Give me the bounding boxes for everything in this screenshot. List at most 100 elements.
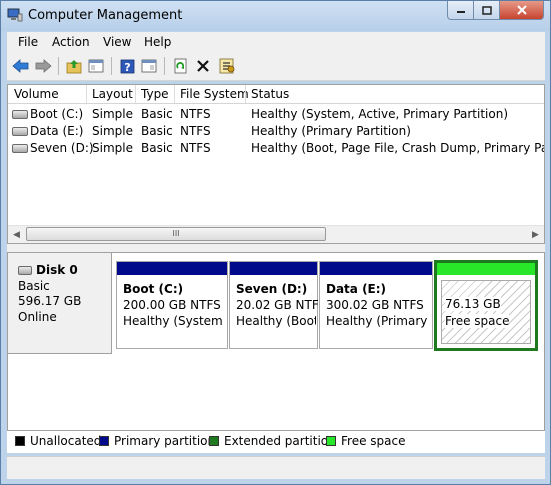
legend-free: Free space <box>341 434 406 448</box>
free-space-bar <box>437 263 535 275</box>
volume-type: Basic <box>141 141 173 155</box>
partition-size: 20.02 GB NTFS <box>236 298 327 312</box>
primary-partition-bar <box>117 262 227 275</box>
partition-size: 300.02 GB NTFS <box>326 298 424 312</box>
volume-list: Volume Layout Type File System Status Bo… <box>7 84 545 244</box>
menu-file[interactable]: File <box>18 35 38 49</box>
legend: Unallocated Primary partition Extended p… <box>7 430 545 453</box>
free-space-size: 76.13 GB <box>445 297 501 311</box>
disk-size: 596.17 GB <box>18 294 82 308</box>
volume-status: Healthy (Primary Partition) <box>251 124 411 138</box>
disk-map: Disk 0 Basic 596.17 GB Online Boot (C:) … <box>7 252 545 452</box>
scroll-right-arrow-icon[interactable]: ▶ <box>527 226 544 243</box>
volume-file-system: NTFS <box>180 107 211 121</box>
up-folder-button[interactable] <box>65 57 83 75</box>
svg-text:?: ? <box>124 61 130 74</box>
partition-seven-d[interactable]: Seven (D:) 20.02 GB NTFS Healthy (Boot, <box>229 261 326 349</box>
column-header-file-system[interactable]: File System <box>180 87 249 103</box>
partition-name: Boot (C:) <box>123 282 184 296</box>
partition-name: Data (E:) <box>326 282 387 296</box>
refresh-button[interactable] <box>171 57 189 75</box>
delete-icon <box>197 60 209 72</box>
forward-button[interactable] <box>34 57 52 75</box>
legend-primary: Primary partition <box>114 434 216 448</box>
volume-name: Data (E:) <box>30 124 84 138</box>
title-bar[interactable]: Computer Management <box>1 1 550 31</box>
properties-icon <box>141 59 157 73</box>
properties-button[interactable] <box>140 57 158 75</box>
menu-view[interactable]: View <box>103 35 131 49</box>
volume-status: Healthy (System, Active, Primary Partiti… <box>251 107 509 121</box>
disk-icon <box>18 266 32 275</box>
free-space-region[interactable]: 76.13 GB Free space <box>434 260 538 351</box>
primary-partition-bar <box>320 262 432 275</box>
menu-bar: File Action View Help <box>7 32 545 52</box>
menu-action[interactable]: Action <box>52 35 90 49</box>
legend-swatch-primary <box>99 436 109 446</box>
column-header-type[interactable]: Type <box>141 87 169 103</box>
refresh-icon <box>174 58 186 74</box>
partition-data-e[interactable]: Data (E:) 300.02 GB NTFS Healthy (Primar… <box>319 261 433 349</box>
partition-status: Healthy (Primary P <box>326 314 428 328</box>
volume-file-system: NTFS <box>180 124 211 138</box>
maximize-button[interactable] <box>474 1 500 20</box>
show-hide-tree-icon <box>88 59 104 73</box>
computer-management-icon <box>7 8 23 22</box>
legend-extended: Extended partition <box>224 434 336 448</box>
volume-list-header: Volume Layout Type File System Status <box>8 85 544 104</box>
delete-button[interactable] <box>194 57 212 75</box>
volume-layout: Simple <box>92 124 133 138</box>
disk-type: Basic <box>18 279 50 293</box>
partition-status: Healthy (System, A <box>123 314 223 328</box>
volume-status: Healthy (Boot, Page File, Crash Dump, Pr… <box>251 141 544 155</box>
help-icon: ? <box>120 59 134 74</box>
free-space-hatch <box>441 280 531 344</box>
table-row[interactable]: Seven (D:) Simple Basic NTFS Healthy (Bo… <box>8 140 544 157</box>
column-header-status[interactable]: Status <box>251 87 289 103</box>
show-hide-tree-button[interactable] <box>87 57 105 75</box>
status-bar <box>7 456 545 479</box>
partition-boot-c[interactable]: Boot (C:) 200.00 GB NTFS Healthy (System… <box>116 261 228 349</box>
volume-file-system: NTFS <box>180 141 211 155</box>
toolbar: ? <box>7 52 545 81</box>
table-row[interactable]: Boot (C:) Simple Basic NTFS Healthy (Sys… <box>8 106 544 123</box>
close-icon <box>516 5 527 15</box>
volume-type: Basic <box>141 124 173 138</box>
volume-layout: Simple <box>92 107 133 121</box>
legend-swatch-free <box>326 436 336 446</box>
disk-state: Online <box>18 310 57 324</box>
minimize-button[interactable] <box>447 1 474 20</box>
volume-layout: Simple <box>92 141 133 155</box>
column-header-volume[interactable]: Volume <box>14 87 59 103</box>
legend-unallocated: Unallocated <box>30 434 102 448</box>
disk-0-label[interactable]: Disk 0 Basic 596.17 GB Online <box>8 253 112 354</box>
disk-name: Disk 0 <box>36 263 78 277</box>
window-title: Computer Management <box>28 8 183 23</box>
free-space-label: Free space <box>445 314 510 328</box>
table-row[interactable]: Data (E:) Simple Basic NTFS Healthy (Pri… <box>8 123 544 140</box>
back-icon <box>12 59 29 73</box>
menu-help[interactable]: Help <box>144 35 171 49</box>
volume-name: Seven (D:) <box>30 141 94 155</box>
maximize-icon <box>481 5 492 15</box>
drive-icon <box>12 144 28 153</box>
legend-swatch-extended <box>209 436 219 446</box>
close-button[interactable] <box>500 1 544 20</box>
settings-icon <box>219 58 235 74</box>
back-button[interactable] <box>12 57 30 75</box>
legend-swatch-unallocated <box>15 436 25 446</box>
horizontal-scrollbar[interactable]: ◀ III ▶ <box>8 225 544 243</box>
drive-icon <box>12 127 28 136</box>
help-button[interactable]: ? <box>118 57 136 75</box>
volume-name: Boot (C:) <box>30 107 84 121</box>
scroll-left-arrow-icon[interactable]: ◀ <box>8 226 25 243</box>
up-folder-icon <box>66 59 82 73</box>
primary-partition-bar <box>230 262 317 275</box>
scrollbar-thumb[interactable]: III <box>26 227 326 241</box>
settings-button[interactable] <box>218 57 236 75</box>
column-header-layout[interactable]: Layout <box>92 87 133 103</box>
partition-name: Seven (D:) <box>236 282 308 296</box>
partition-status: Healthy (Boot, <box>236 314 316 328</box>
computer-management-window: Computer Management File Action View Hel… <box>0 0 551 485</box>
pane-splitter[interactable] <box>7 244 545 252</box>
